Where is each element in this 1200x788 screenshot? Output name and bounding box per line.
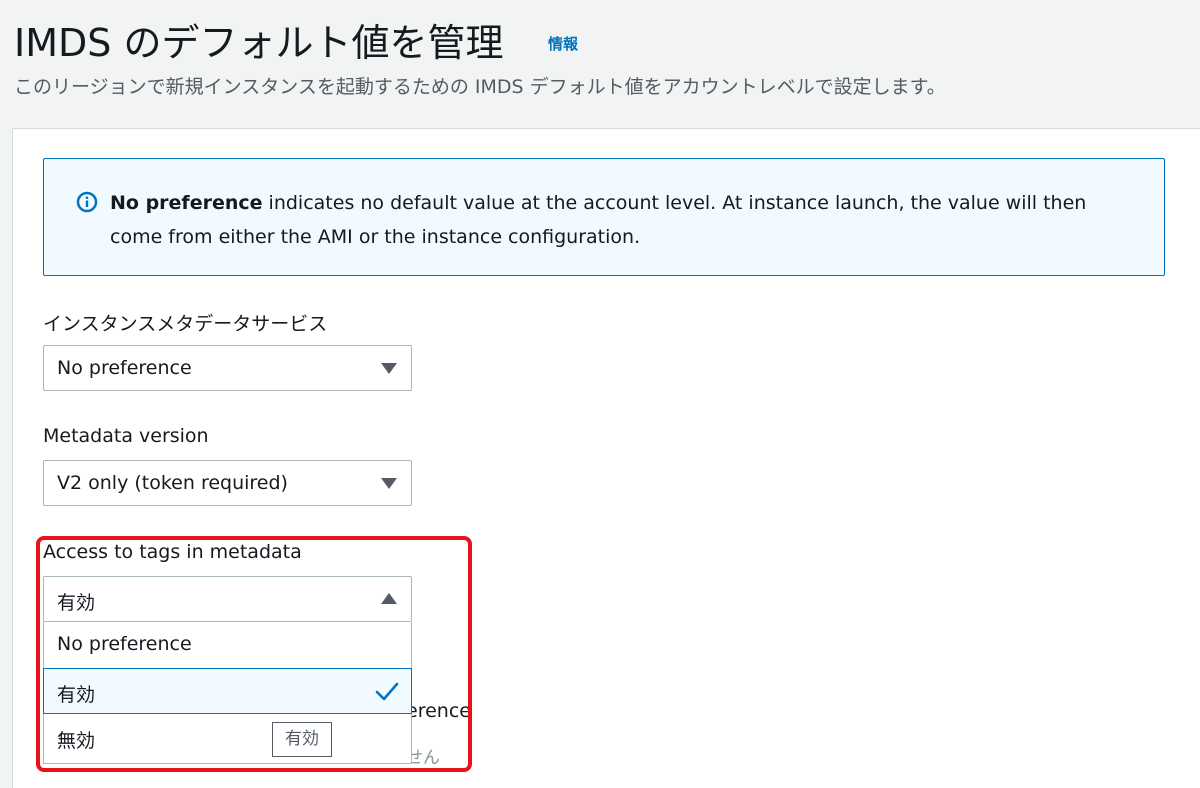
metadata-service-label: インスタンスメタデータサービス <box>43 313 328 335</box>
caret-down-icon <box>381 478 397 489</box>
caret-down-icon <box>381 363 397 374</box>
page-title: IMDS のデフォルト値を管理 <box>14 21 504 65</box>
alert-bold-text: No preference <box>110 192 263 214</box>
metadata-service-select[interactable]: No preference <box>43 345 412 391</box>
metadata-service-value: No preference <box>57 357 192 379</box>
info-icon <box>76 191 98 213</box>
info-alert: No preference indicates no default value… <box>43 158 1165 276</box>
metadata-version-label: Metadata version <box>43 425 209 447</box>
alert-text: No preference indicates no default value… <box>110 186 1120 254</box>
info-link[interactable]: 情報 <box>548 33 578 54</box>
metadata-version-value: V2 only (token required) <box>57 472 288 494</box>
page-subtitle: このリージョンで新規インスタンスを起動するための IMDS デフォルト値をアカウ… <box>14 76 946 98</box>
metadata-version-select[interactable]: V2 only (token required) <box>43 460 412 506</box>
page-header: IMDS のデフォルト値を管理 情報 このリージョンで新規インスタンスを起動する… <box>0 0 1200 128</box>
annotation-highlight-box <box>36 536 472 772</box>
